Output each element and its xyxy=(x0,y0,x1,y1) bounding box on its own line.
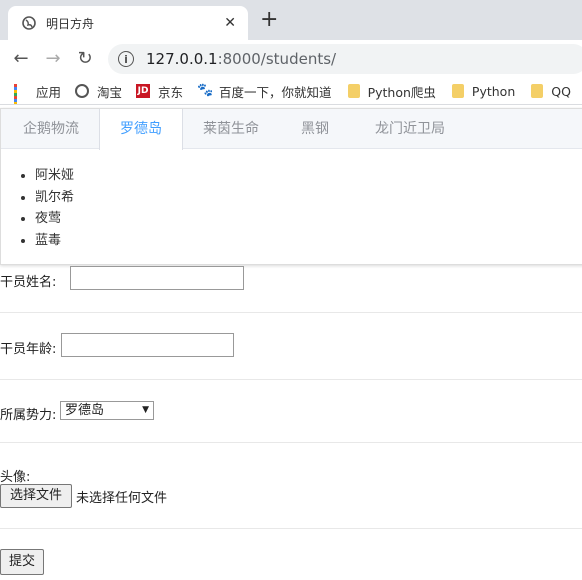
bookmark-folder-python-spider[interactable]: Python爬虫 xyxy=(347,82,436,101)
faction-tabs-card: 企鹅物流 罗德岛 莱茵生命 黑钢 龙门近卫局 阿米娅 凯尔希 夜莺 蓝毒 xyxy=(0,108,582,265)
bookmark-label: 淘宝 xyxy=(97,84,123,100)
name-row: 干员姓名: xyxy=(0,266,582,292)
bookmark-taobao[interactable]: 淘宝 xyxy=(75,82,122,101)
url-text: 127.0.0.1:8000/students/ xyxy=(146,50,336,68)
site-info-icon[interactable]: i xyxy=(118,51,134,67)
back-arrow-icon[interactable]: ← xyxy=(10,48,32,70)
list-item: 凯尔希 xyxy=(35,187,74,209)
url-path: :8000/students/ xyxy=(217,50,337,68)
list-item: 阿米娅 xyxy=(35,165,74,187)
tab-lungmen-guard[interactable]: 龙门近卫局 xyxy=(355,109,465,149)
faction-row: 所属势力: 罗德岛 ▼ xyxy=(0,401,582,423)
faction-select[interactable]: 罗德岛 ▼ xyxy=(60,401,154,420)
bookmark-baidu[interactable]: 🐾 百度一下，你就知道 xyxy=(197,82,332,101)
tab-blacksteel[interactable]: 黑钢 xyxy=(287,109,355,149)
tab-panel: 阿米娅 凯尔希 夜莺 蓝毒 xyxy=(1,153,74,251)
avatar-label: 头像: xyxy=(0,470,31,485)
baidu-paw-icon: 🐾 xyxy=(197,83,214,98)
address-bar[interactable]: i 127.0.0.1:8000/students/ xyxy=(108,44,582,74)
tab-penguin-logistics[interactable]: 企鹅物流 xyxy=(1,109,99,149)
member-list: 阿米娅 凯尔希 夜莺 蓝毒 xyxy=(1,165,74,251)
jd-icon: JD xyxy=(136,84,151,98)
divider xyxy=(0,442,582,443)
bookmark-label: QQ xyxy=(551,83,571,99)
browser-tab-title: 明日方舟 xyxy=(46,16,95,31)
folder-icon xyxy=(451,84,464,98)
bookmarks-bar: 应用 淘宝 JD 京东 🐾 百度一下，你就知道 Python爬虫 Python … xyxy=(0,78,582,105)
bookmark-apps[interactable]: 应用 xyxy=(14,82,62,104)
name-label: 干员姓名: xyxy=(0,275,57,290)
browser-toolbar: ← → ↻ i 127.0.0.1:8000/students/ xyxy=(0,40,582,78)
bookmark-folder-qq[interactable]: QQ xyxy=(531,84,571,99)
bookmark-label: 京东 xyxy=(158,84,184,100)
folder-icon xyxy=(531,84,544,98)
age-row: 干员年龄: xyxy=(0,333,582,359)
browser-tab-strip: 明日方舟 ✕ + xyxy=(0,0,582,40)
close-tab-icon[interactable]: ✕ xyxy=(224,15,236,31)
faction-selected-value: 罗德岛 xyxy=(65,403,105,418)
divider xyxy=(0,379,582,380)
name-field[interactable] xyxy=(70,266,244,290)
globe-icon xyxy=(22,16,36,30)
divider xyxy=(0,312,582,313)
bookmark-jd[interactable]: JD 京东 xyxy=(136,82,183,101)
url-host: 127.0.0.1 xyxy=(146,50,218,68)
age-label: 干员年龄: xyxy=(0,342,57,357)
bookmark-label: 应用 xyxy=(36,84,62,100)
browser-tab[interactable]: 明日方舟 ✕ xyxy=(8,6,248,40)
list-item: 夜莺 xyxy=(35,208,74,230)
reload-icon[interactable]: ↻ xyxy=(74,48,96,70)
avatar-row: 头像: 选择文件 未选择任何文件 xyxy=(0,464,582,512)
list-item: 蓝毒 xyxy=(35,230,74,252)
bookmark-label: 百度一下，你就知道 xyxy=(219,84,332,100)
folder-icon xyxy=(347,84,360,98)
bookmark-label: Python爬虫 xyxy=(367,84,436,100)
apps-grid-icon xyxy=(14,84,28,104)
new-tab-button[interactable]: + xyxy=(260,8,278,32)
age-field[interactable] xyxy=(61,333,234,357)
faction-tabs-header: 企鹅物流 罗德岛 莱茵生命 黑钢 龙门近卫局 xyxy=(1,109,582,150)
tab-rhine-lab[interactable]: 莱茵生命 xyxy=(183,109,287,149)
choose-file-button[interactable]: 选择文件 xyxy=(0,484,72,508)
chevron-down-icon: ▼ xyxy=(142,405,149,415)
divider xyxy=(0,528,582,529)
faction-label: 所属势力: xyxy=(0,408,57,423)
file-status-text: 未选择任何文件 xyxy=(76,491,168,506)
submit-button[interactable]: 提交 xyxy=(0,549,44,575)
forward-arrow-icon[interactable]: → xyxy=(42,48,64,70)
avatar-file-input: 选择文件 未选择任何文件 xyxy=(0,484,300,510)
bookmark-label: Python xyxy=(471,83,516,99)
globe-icon xyxy=(75,84,90,98)
bookmark-folder-python[interactable]: Python xyxy=(451,83,516,99)
tab-rhodes-island[interactable]: 罗德岛 xyxy=(99,109,183,150)
